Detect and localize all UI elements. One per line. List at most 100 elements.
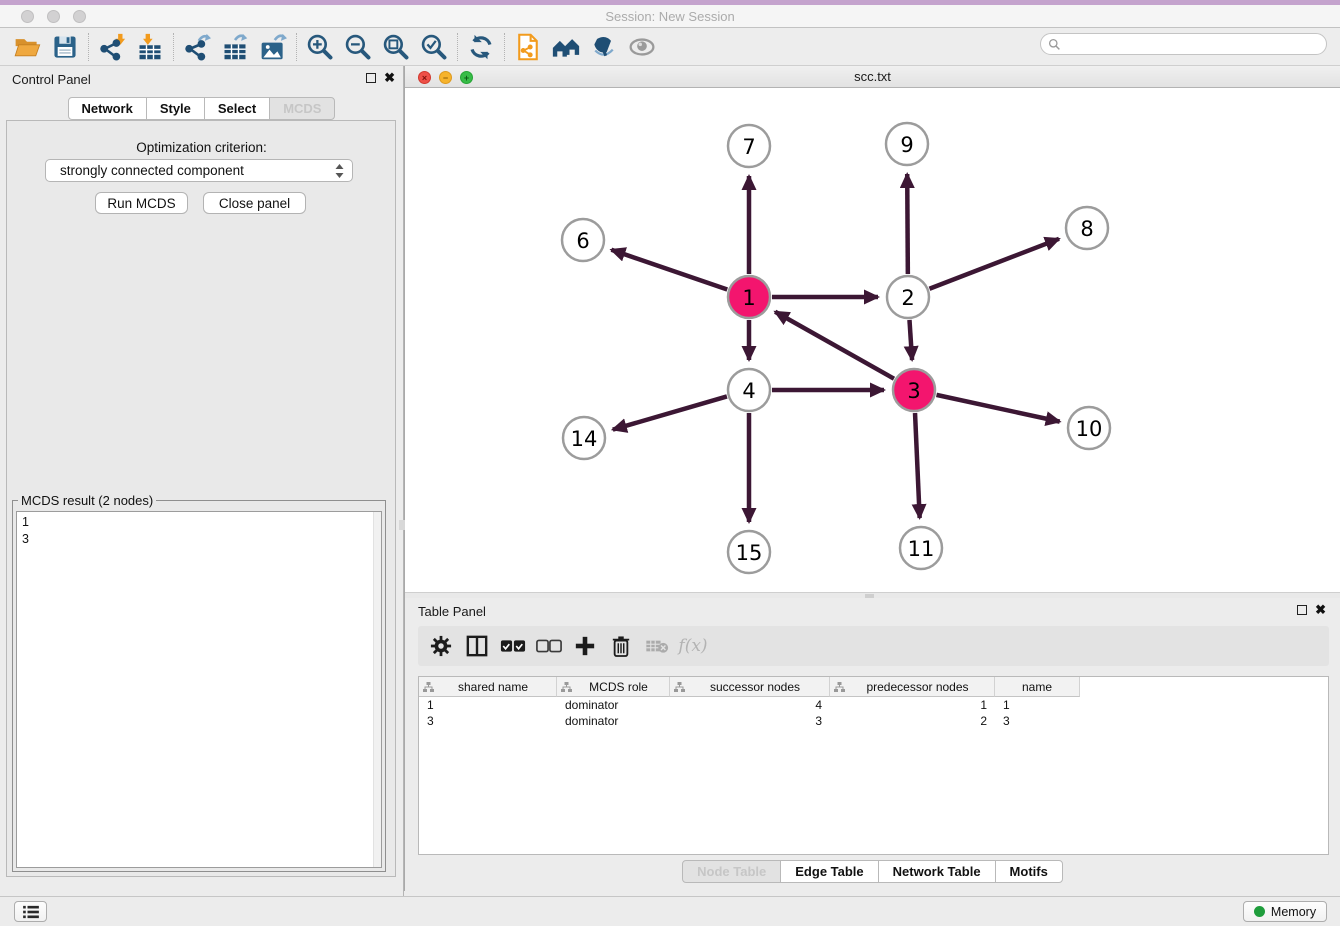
table-row[interactable]: 1 dominator 4 1 1 <box>419 697 1328 713</box>
graph-node-label-1: 1 <box>742 286 755 310</box>
mcds-result-list[interactable]: 1 3 <box>16 511 382 868</box>
import-network-button[interactable] <box>93 30 131 64</box>
memory-button[interactable]: Memory <box>1243 901 1327 922</box>
delete-table-button[interactable] <box>642 631 672 661</box>
export-network-button[interactable] <box>178 30 216 64</box>
select-all-rows-button[interactable] <box>498 631 528 661</box>
refresh-icon <box>468 34 494 60</box>
add-column-button[interactable] <box>570 631 600 661</box>
import-table-icon <box>136 33 164 61</box>
cell-mcds-role: dominator <box>557 697 670 713</box>
trash-icon <box>611 635 631 657</box>
tab-select[interactable]: Select <box>204 97 270 120</box>
apply-layout-button[interactable] <box>462 30 500 64</box>
window-title: Session: New Session <box>0 9 1340 24</box>
cell-predecessor-nodes: 2 <box>830 713 995 729</box>
table-options-button[interactable] <box>426 631 456 661</box>
vertical-splitter-handle[interactable] <box>399 520 405 530</box>
network-window-titlebar[interactable]: × − + scc.txt <box>405 66 1340 88</box>
graph-node-label-15: 15 <box>736 541 763 565</box>
cell-successor-nodes: 4 <box>670 697 830 713</box>
open-folder-icon <box>13 33 41 61</box>
table-panel-tabs: Node Table Edge Table Network Table Moti… <box>405 860 1340 883</box>
task-history-button[interactable] <box>14 901 47 922</box>
plus-icon <box>574 635 596 657</box>
home-button[interactable] <box>547 30 585 64</box>
export-table-icon <box>221 33 249 61</box>
app-titlebar: Session: New Session <box>0 5 1340 28</box>
memory-status-dot <box>1254 906 1265 917</box>
node-table[interactable]: shared name MCDS role successor nodes pr… <box>418 676 1329 855</box>
export-table-button[interactable] <box>216 30 254 64</box>
export-network-icon <box>183 33 211 61</box>
hide-annotations-button[interactable] <box>585 30 623 64</box>
graph-edge-2-8[interactable] <box>929 239 1059 289</box>
zoom-in-button[interactable] <box>301 30 339 64</box>
tab-network-table[interactable]: Network Table <box>878 860 996 883</box>
float-panel-icon[interactable] <box>366 73 376 83</box>
network-from-file-button[interactable] <box>509 30 547 64</box>
toolbar-separator <box>457 33 458 61</box>
fx-icon: f(x) <box>678 636 707 656</box>
unchecked-boxes-icon <box>536 639 562 653</box>
import-table-button[interactable] <box>131 30 169 64</box>
graph-edge-2-9[interactable] <box>907 174 908 274</box>
graph-edge-2-3[interactable] <box>909 320 912 360</box>
control-panel-tabs: Network Style Select MCDS <box>0 97 403 120</box>
cell-mcds-role: dominator <box>557 713 670 729</box>
graph-edge-4-14[interactable] <box>613 396 727 429</box>
save-session-button[interactable] <box>46 30 84 64</box>
zoom-selected-button[interactable] <box>415 30 453 64</box>
search-field[interactable] <box>1040 33 1327 55</box>
status-bar: Memory <box>0 896 1340 926</box>
cell-shared-name: 3 <box>419 713 557 729</box>
graph-edge-3-10[interactable] <box>936 395 1059 422</box>
graph-edge-1-6[interactable] <box>611 250 727 290</box>
delete-column-button[interactable] <box>606 631 636 661</box>
show-annotations-button[interactable] <box>623 30 661 64</box>
run-mcds-button[interactable]: Run MCDS <box>95 192 188 214</box>
table-panel-title: Table Panel <box>418 604 486 619</box>
search-input[interactable] <box>1061 35 1326 53</box>
graph-edge-3-11[interactable] <box>915 413 920 518</box>
export-image-button[interactable] <box>254 30 292 64</box>
network-file-icon <box>514 33 542 61</box>
tab-edge-table[interactable]: Edge Table <box>780 860 878 883</box>
gear-icon <box>430 635 452 657</box>
column-header-predecessor-nodes[interactable]: predecessor nodes <box>830 677 995 697</box>
graph-edge-3-1[interactable] <box>775 312 894 379</box>
tab-mcds[interactable]: MCDS <box>269 97 335 120</box>
tab-node-table[interactable]: Node Table <box>682 860 781 883</box>
control-panel-title: Control Panel <box>12 72 91 87</box>
unselect-all-rows-button[interactable] <box>534 631 564 661</box>
toolbar-separator <box>173 33 174 61</box>
column-header-mcds-role[interactable]: MCDS role <box>557 677 670 697</box>
close-panel-button[interactable]: Close panel <box>203 192 306 214</box>
float-panel-icon[interactable] <box>1297 605 1307 615</box>
zoom-out-button[interactable] <box>339 30 377 64</box>
column-header-successor-nodes[interactable]: successor nodes <box>670 677 830 697</box>
table-row[interactable]: 3 dominator 3 2 3 <box>419 713 1328 729</box>
column-header-name[interactable]: name <box>995 677 1080 697</box>
network-canvas[interactable]: 7968124314101511 <box>405 88 1340 592</box>
save-floppy-icon <box>52 34 78 60</box>
column-layout-button[interactable] <box>462 631 492 661</box>
tab-network[interactable]: Network <box>68 97 147 120</box>
graph-node-label-2: 2 <box>901 286 914 310</box>
tab-style[interactable]: Style <box>146 97 205 120</box>
zoom-fit-button[interactable] <box>377 30 415 64</box>
cell-predecessor-nodes: 1 <box>830 697 995 713</box>
column-type-icon <box>423 682 434 692</box>
criterion-select[interactable]: strongly connected component <box>45 159 353 182</box>
tab-motifs[interactable]: Motifs <box>995 860 1063 883</box>
close-panel-icon[interactable]: ✖ <box>384 72 395 83</box>
graph-node-label-8: 8 <box>1080 217 1093 241</box>
open-session-button[interactable] <box>8 30 46 64</box>
result-scrollbar[interactable] <box>373 512 381 867</box>
function-builder-button[interactable]: f(x) <box>678 631 708 661</box>
close-panel-icon[interactable]: ✖ <box>1315 604 1326 615</box>
eye-icon <box>627 33 657 61</box>
table-toolbar: f(x) <box>418 626 1329 666</box>
cell-name: 1 <box>995 697 1080 713</box>
column-header-shared-name[interactable]: shared name <box>419 677 557 697</box>
